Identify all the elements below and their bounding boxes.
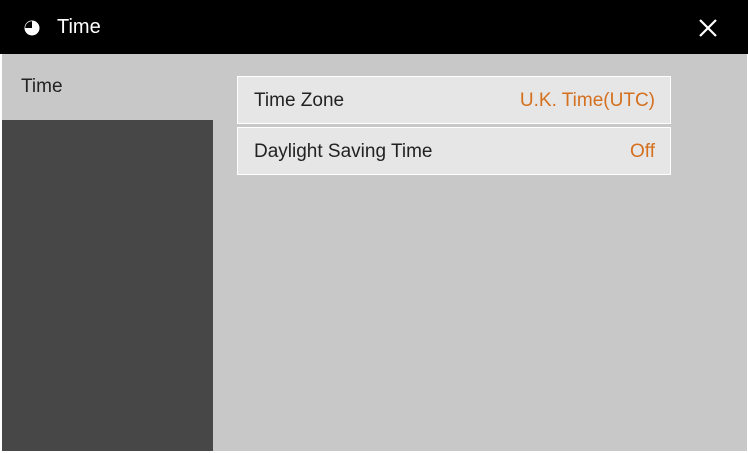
sidebar-tab-label: Time (21, 76, 63, 97)
title-bar: Time (0, 0, 748, 54)
close-icon[interactable] (694, 14, 722, 42)
sidebar-tab-time[interactable]: Time (2, 54, 213, 120)
clock-icon (24, 20, 40, 36)
time-zone-value: U.K. Time(UTC) (519, 90, 655, 111)
window-title: Time (57, 16, 101, 38)
daylight-saving-setting[interactable]: Daylight Saving Time Off (237, 127, 671, 175)
time-zone-setting[interactable]: Time Zone U.K. Time(UTC) (237, 76, 671, 124)
daylight-saving-value: Off (630, 141, 655, 162)
settings-list: Time Zone U.K. Time(UTC) Daylight Saving… (237, 76, 671, 178)
content-area: Time Time Zone U.K. Time(UTC) Daylight S… (2, 54, 747, 451)
daylight-saving-label: Daylight Saving Time (254, 141, 433, 162)
sidebar: Time (2, 54, 213, 451)
time-zone-label: Time Zone (254, 90, 345, 111)
